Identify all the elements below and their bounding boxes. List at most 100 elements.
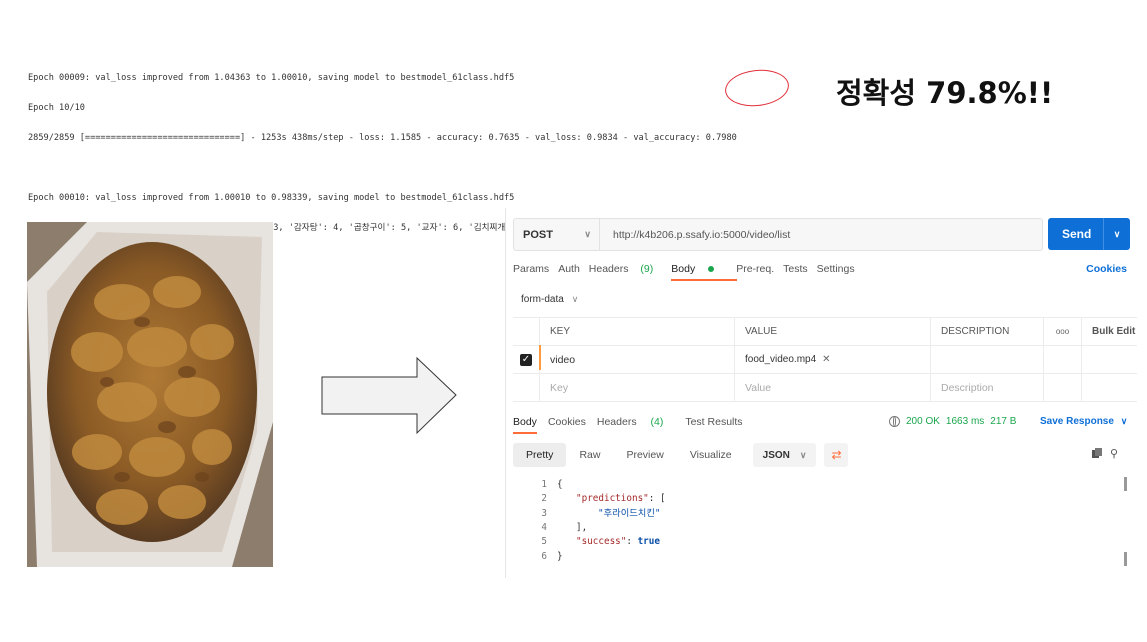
postman-panel: POST ∨ http://k4b206.p.ssafy.io:5000/vid… — [505, 208, 1137, 578]
response-headers-label: Headers — [596, 416, 637, 428]
tab-body[interactable]: Body — [671, 263, 738, 281]
value-placeholder[interactable]: Value — [735, 374, 931, 401]
code-line: } — [557, 550, 563, 564]
line-number: 3 — [541, 507, 547, 519]
format-label: JSON — [762, 449, 790, 461]
row-value[interactable]: food_video.mp4 ✕ — [735, 346, 931, 373]
line-number: 5 — [541, 536, 547, 548]
key-header: KEY — [540, 318, 735, 345]
cookies-link[interactable]: Cookies — [1086, 263, 1127, 275]
tab-response-cookies[interactable]: Cookies — [548, 416, 586, 428]
save-response-label: Save Response — [1040, 416, 1114, 427]
tab-preview[interactable]: Preview — [613, 443, 676, 467]
line-number: 1 — [541, 479, 547, 490]
json-brace: { — [557, 479, 563, 490]
send-button[interactable]: Send ∨ — [1048, 218, 1130, 250]
row-indicator — [539, 345, 541, 370]
row-checkbox[interactable]: ✓ — [520, 353, 532, 366]
line-number: 6 — [541, 550, 547, 562]
search-icon[interactable]: ⚲ — [1110, 447, 1118, 460]
tab-headers[interactable]: Headers (9) — [589, 263, 662, 275]
code-line: "success": true — [557, 535, 660, 549]
log-line: Epoch 00009: val_loss improved from 1.04… — [28, 73, 515, 83]
line-number: 4 — [541, 521, 547, 533]
table-header: KEY VALUE DESCRIPTION ooo Bulk Edit — [513, 318, 1137, 346]
tab-response-body[interactable]: Body — [513, 416, 537, 434]
json-key: "predictions" — [576, 493, 649, 505]
scrollbar[interactable] — [1124, 477, 1127, 491]
log-line: 2859/2859 [=============================… — [28, 133, 737, 143]
json-boolean: true — [637, 536, 660, 548]
view-tabs: Pretty Raw Preview Visualize JSON ∨ ⇄ — [513, 443, 849, 467]
request-tabs: Params Auth Headers (9) Body Pre-req. Te… — [513, 263, 864, 281]
bulk-edit-button[interactable]: Bulk Edit — [1082, 318, 1137, 345]
key-placeholder[interactable]: Key — [540, 374, 735, 401]
value-header: VALUE — [735, 318, 931, 345]
tab-test-results[interactable]: Test Results — [685, 416, 742, 428]
format-select[interactable]: JSON ∨ — [752, 443, 817, 467]
chevron-down-icon: ∨ — [584, 229, 591, 239]
tab-pretty[interactable]: Pretty — [513, 443, 567, 467]
tab-visualize[interactable]: Visualize — [677, 443, 745, 467]
tab-body-label: Body — [671, 263, 696, 275]
accuracy-headline: 정확성 79.8%!! — [836, 76, 1054, 110]
json-brace: } — [557, 550, 563, 562]
method-select[interactable]: POST ∨ — [514, 219, 600, 250]
chevron-down-icon: ∨ — [571, 293, 579, 304]
response-tabs: Body Cookies Headers (4) Test Results — [513, 416, 754, 434]
json-key: "success" — [576, 536, 627, 548]
response-status: 200 OK 1663 ms 217 B — [889, 416, 1016, 427]
status-dot-icon — [708, 266, 715, 273]
code-line: { — [557, 478, 563, 492]
table-row-empty: Key Value Description — [513, 374, 1137, 402]
more-options-icon[interactable]: ooo — [1044, 318, 1082, 345]
scrollbar[interactable] — [1124, 552, 1127, 566]
tab-pre-request[interactable]: Pre-req. — [736, 263, 774, 275]
response-headers-count: (4) — [650, 416, 664, 428]
status-code: 200 OK — [906, 416, 940, 427]
row-description[interactable] — [931, 346, 1044, 373]
json-punct: : [ — [648, 493, 666, 505]
json-punct: : — [626, 536, 638, 548]
method-label: POST — [523, 228, 553, 241]
json-punct: ], — [576, 521, 588, 533]
send-label: Send — [1062, 227, 1092, 241]
row-key[interactable]: video — [540, 346, 735, 373]
body-mode-select[interactable]: form-data ∨ — [513, 288, 593, 310]
tab-tests[interactable]: Tests — [783, 263, 808, 275]
table-row: ✓ video food_video.mp4 ✕ — [513, 346, 1137, 374]
log-line: Epoch 00010: val_loss improved from 1.00… — [28, 193, 515, 203]
code-line: ], — [557, 521, 587, 535]
copy-icon[interactable] — [1092, 448, 1102, 458]
chevron-down-icon: ∨ — [1120, 416, 1128, 426]
code-line: "후라이드치킨" — [557, 507, 661, 521]
request-url-bar: POST ∨ http://k4b206.p.ssafy.io:5000/vid… — [513, 218, 1043, 251]
body-mode-label: form-data — [521, 293, 564, 305]
description-header: DESCRIPTION — [931, 318, 1044, 345]
tab-params[interactable]: Params — [513, 263, 549, 275]
chevron-down-icon[interactable]: ∨ — [1104, 229, 1130, 240]
headers-count: (9) — [640, 263, 654, 275]
line-number: 2 — [541, 493, 547, 505]
description-placeholder[interactable]: Description — [931, 374, 1044, 401]
tab-settings[interactable]: Settings — [817, 263, 855, 275]
url-input[interactable]: http://k4b206.p.ssafy.io:5000/video/list — [600, 229, 790, 241]
chevron-down-icon: ∨ — [799, 449, 807, 460]
tab-headers-label: Headers — [588, 263, 629, 275]
file-chip-label: food_video.mp4 — [745, 354, 817, 365]
globe-icon — [889, 416, 900, 427]
code-line: "predictions": [ — [557, 492, 666, 506]
close-icon[interactable]: ✕ — [822, 354, 830, 365]
wrap-lines-icon[interactable]: ⇄ — [824, 443, 849, 467]
tab-response-headers[interactable]: Headers (4) — [597, 416, 674, 428]
response-time: 1663 ms — [945, 416, 985, 427]
form-data-table: KEY VALUE DESCRIPTION ooo Bulk Edit ✓ vi… — [513, 317, 1137, 402]
save-response-button[interactable]: Save Response ∨ — [1040, 416, 1127, 427]
tab-auth[interactable]: Auth — [558, 263, 580, 275]
json-string: "후라이드치킨" — [598, 507, 661, 519]
fried-chicken-photo — [27, 222, 273, 567]
right-arrow-icon — [321, 357, 457, 435]
tab-raw[interactable]: Raw — [566, 443, 613, 467]
response-size: 217 B — [990, 416, 1017, 427]
log-line: Epoch 10/10 — [28, 103, 85, 113]
